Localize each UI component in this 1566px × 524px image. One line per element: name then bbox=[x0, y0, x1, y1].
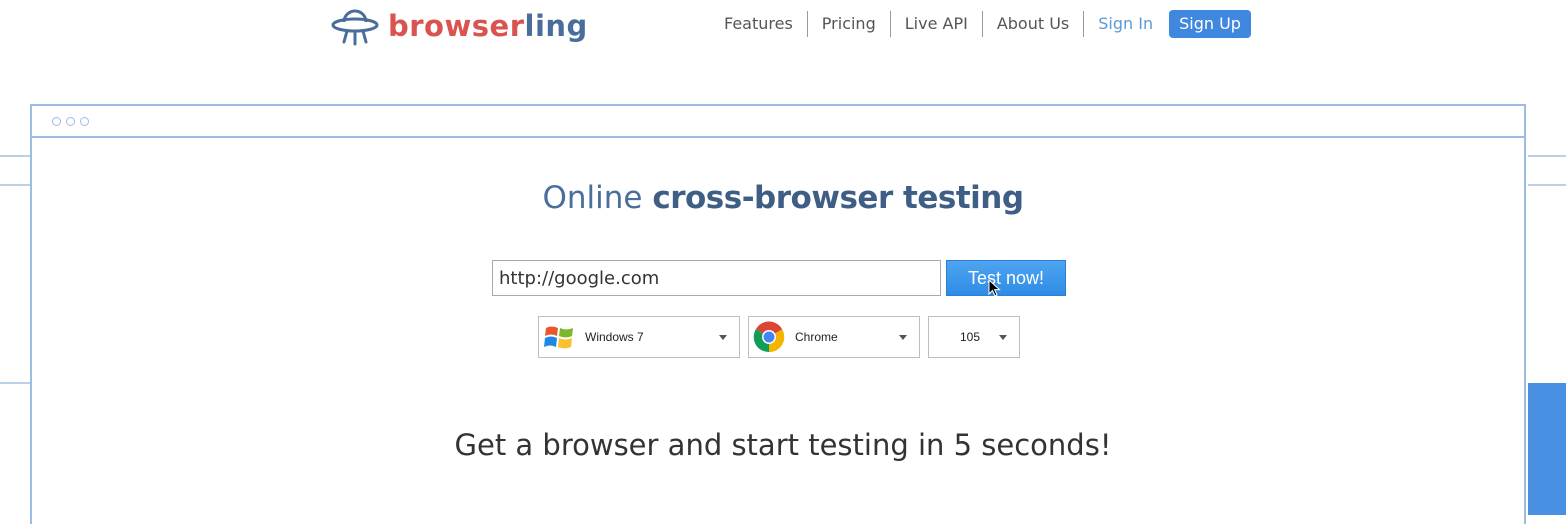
ufo-icon bbox=[331, 9, 379, 46]
chevron-down-icon bbox=[899, 334, 907, 340]
chevron-down-icon bbox=[719, 334, 727, 340]
title-bold: cross-browser testing bbox=[652, 180, 1024, 216]
window-dot bbox=[52, 117, 61, 126]
os-select[interactable]: Windows 7 bbox=[538, 316, 740, 358]
page-title: Online cross-browser testing bbox=[0, 180, 1566, 216]
tagline: Get a browser and start testing in 5 sec… bbox=[454, 428, 1112, 462]
sign-in-link[interactable]: Sign In bbox=[1084, 12, 1167, 36]
windows-icon bbox=[544, 326, 573, 349]
logo-text-part1: browser bbox=[388, 9, 525, 43]
logo-text: browserling bbox=[388, 9, 588, 43]
mouse-cursor-icon bbox=[988, 279, 1001, 297]
version-select-value: 105 bbox=[959, 330, 981, 344]
bg-line bbox=[0, 382, 30, 384]
browser-title-bar bbox=[32, 106, 1524, 138]
browser-select-value: Chrome bbox=[795, 330, 838, 344]
sign-up-button[interactable]: Sign Up bbox=[1169, 10, 1251, 38]
main-nav: Features Pricing Live API About Us Sign … bbox=[710, 9, 1251, 39]
version-select[interactable]: 105 bbox=[928, 316, 1020, 358]
nav-about-us[interactable]: About Us bbox=[983, 12, 1083, 36]
chrome-icon bbox=[753, 321, 785, 353]
bg-line bbox=[1528, 155, 1566, 157]
chevron-down-icon bbox=[999, 334, 1007, 340]
nav-live-api[interactable]: Live API bbox=[891, 12, 982, 36]
logo[interactable]: browserling bbox=[330, 4, 588, 48]
nav-features[interactable]: Features bbox=[710, 12, 807, 36]
os-select-value: Windows 7 bbox=[585, 330, 644, 344]
window-dot bbox=[66, 117, 75, 126]
test-now-button[interactable]: Test now! bbox=[946, 260, 1066, 296]
title-light: Online bbox=[542, 180, 643, 216]
browser-select[interactable]: Chrome bbox=[748, 316, 920, 358]
logo-text-part2: ling bbox=[524, 9, 588, 43]
url-input[interactable] bbox=[492, 260, 941, 296]
nav-pricing[interactable]: Pricing bbox=[808, 12, 890, 36]
window-dot bbox=[80, 117, 89, 126]
bg-line bbox=[0, 155, 30, 157]
